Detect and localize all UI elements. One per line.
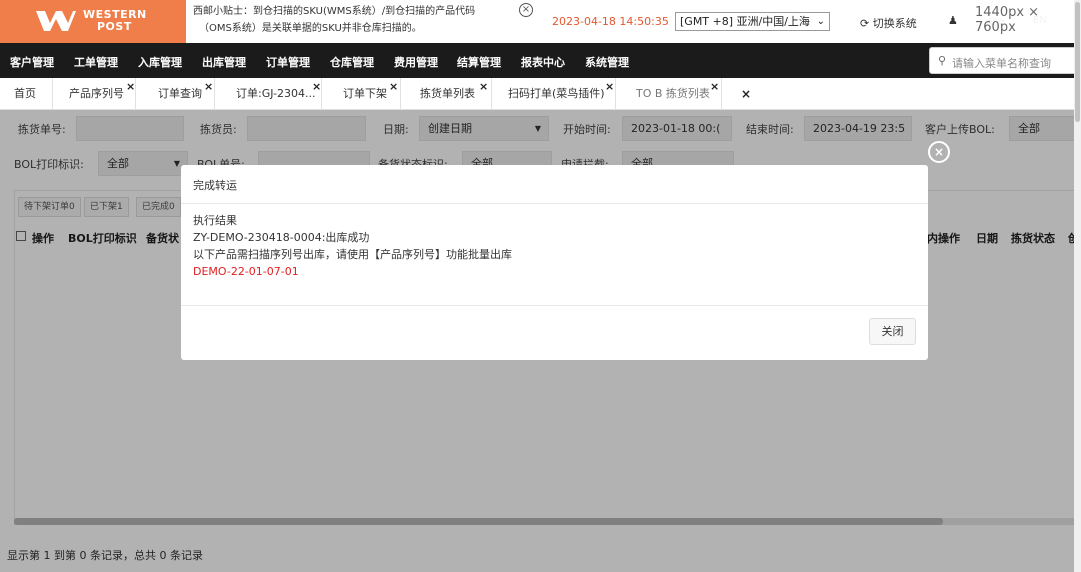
tab-tob-pick[interactable]: TO B 拣货列表 × (622, 78, 722, 110)
menu-search[interactable]: ⚲ 请输入菜单名称查询 (929, 47, 1081, 74)
result-note: 以下产品需扫描序列号出库，请使用【产品序列号】功能批量出库 (193, 248, 512, 261)
tab-label: 首页 (14, 87, 36, 100)
vertical-scrollbar-thumb[interactable] (1075, 2, 1080, 122)
close-button[interactable]: 关闭 (869, 318, 916, 345)
chevron-down-icon: ⌄ (816, 16, 825, 27)
page-tabs: 首页 产品序列号 × 订单查询 × 订单:GJ-2304... × 订单下架 × 拣货单… (0, 78, 1081, 110)
top-header: WESTERN POST 西邮小贴士：到仓扫描的SKU(WMS系统）/到仓扫描的… (0, 0, 1081, 43)
nav-item-outbound[interactable]: 出库管理 (202, 54, 246, 70)
user-icon[interactable]: ♟ (948, 14, 958, 27)
tab-label: 订单查询 (158, 87, 202, 100)
main-nav: 客户管理 工单管理 入库管理 出库管理 订单管理 仓库管理 费用管理 结算管理 … (0, 43, 1081, 78)
brand-logo[interactable]: WESTERN POST (0, 0, 186, 43)
tab-home[interactable]: 首页 (0, 78, 53, 110)
nav-item-inbound[interactable]: 入库管理 (138, 54, 182, 70)
search-input[interactable]: 请输入菜单名称查询 (952, 55, 1051, 71)
result-line: ZY-DEMO-230418-0004:出库成功 (193, 231, 370, 244)
tab-order-detail[interactable]: 订单:GJ-2304... × (222, 78, 322, 110)
brand-line2: POST (97, 20, 132, 33)
current-datetime: 2023-04-18 14:50:35 (552, 15, 669, 28)
divider (181, 203, 928, 204)
tab-label: 订单下架 (343, 87, 387, 100)
close-all-tabs-icon[interactable]: × (741, 87, 751, 101)
tip-banner: 西邮小贴士：到仓扫描的SKU(WMS系统）/到仓扫描的产品代码 （OMS系统）是… (193, 3, 513, 37)
result-heading: 执行结果 (193, 214, 237, 227)
tip-line2: （OMS系统）是关联单据的SKU并非仓库扫描的。 (199, 23, 422, 34)
divider (181, 305, 928, 306)
close-icon[interactable]: × (389, 71, 398, 103)
tab-label: TO B 拣货列表 (636, 87, 710, 100)
close-icon[interactable]: × (312, 71, 321, 103)
nav-item-reports[interactable]: 报表中心 (521, 54, 565, 70)
tip-line1: 西邮小贴士：到仓扫描的SKU(WMS系统）/到仓扫描的产品代码 (193, 6, 476, 17)
modal-title: 完成转运 (193, 179, 237, 192)
switch-system-label: 切换系统 (872, 17, 917, 30)
nav-item-customer[interactable]: 客户管理 (10, 54, 54, 70)
nav-item-warehouse[interactable]: 仓库管理 (330, 54, 374, 70)
search-icon: ⚲ (938, 54, 947, 67)
close-icon[interactable]: × (710, 71, 719, 103)
tab-pick-list[interactable]: 拣货单列表 × (406, 78, 492, 110)
tab-serial[interactable]: 产品序列号 × (55, 78, 136, 110)
refresh-icon: ⟳ (860, 17, 870, 30)
logo-mark-icon (36, 11, 76, 31)
close-icon[interactable]: × (126, 71, 135, 103)
tab-label: 扫码打单(菜鸟插件) (508, 87, 605, 100)
tab-label: 拣货单列表 (420, 87, 475, 100)
tab-scan-print[interactable]: 扫码打单(菜鸟插件) × (494, 78, 616, 110)
tip-close-icon[interactable]: × (519, 3, 533, 17)
switch-system-button[interactable]: ⟳ 切换系统 (860, 15, 917, 31)
tab-order-offshelf[interactable]: 订单下架 × (329, 78, 401, 110)
tab-label: 订单:GJ-2304... (236, 87, 316, 100)
tab-order-query[interactable]: 订单查询 × (144, 78, 215, 110)
close-icon[interactable]: × (605, 71, 614, 103)
timezone-select[interactable]: [GMT +8] 亚洲/中国/上海 ⌄ (675, 12, 830, 31)
nav-item-settlement[interactable]: 结算管理 (457, 54, 501, 70)
nav-item-system[interactable]: 系统管理 (585, 54, 629, 70)
transfer-complete-dialog: 完成转运 执行结果 ZY-DEMO-230418-0004:出库成功 以下产品需… (181, 165, 928, 360)
nav-item-fees[interactable]: 费用管理 (394, 54, 438, 70)
nav-item-workorder[interactable]: 工单管理 (74, 54, 118, 70)
tab-label: 产品序列号 (69, 87, 124, 100)
modal-close-icon[interactable]: × (928, 141, 950, 163)
timezone-value: [GMT +8] 亚洲/中国/上海 (680, 15, 810, 28)
brand-name: WESTERN POST (83, 9, 147, 33)
modal-body: 执行结果 ZY-DEMO-230418-0004:出库成功 以下产品需扫描序列号… (193, 212, 512, 280)
viewport-size-label: 1440px × 760px (973, 5, 1081, 35)
nav-item-orders[interactable]: 订单管理 (266, 54, 310, 70)
sku-code: DEMO-22-01-07-01 (193, 265, 299, 278)
close-icon[interactable]: × (479, 71, 488, 103)
close-icon[interactable]: × (204, 71, 213, 103)
